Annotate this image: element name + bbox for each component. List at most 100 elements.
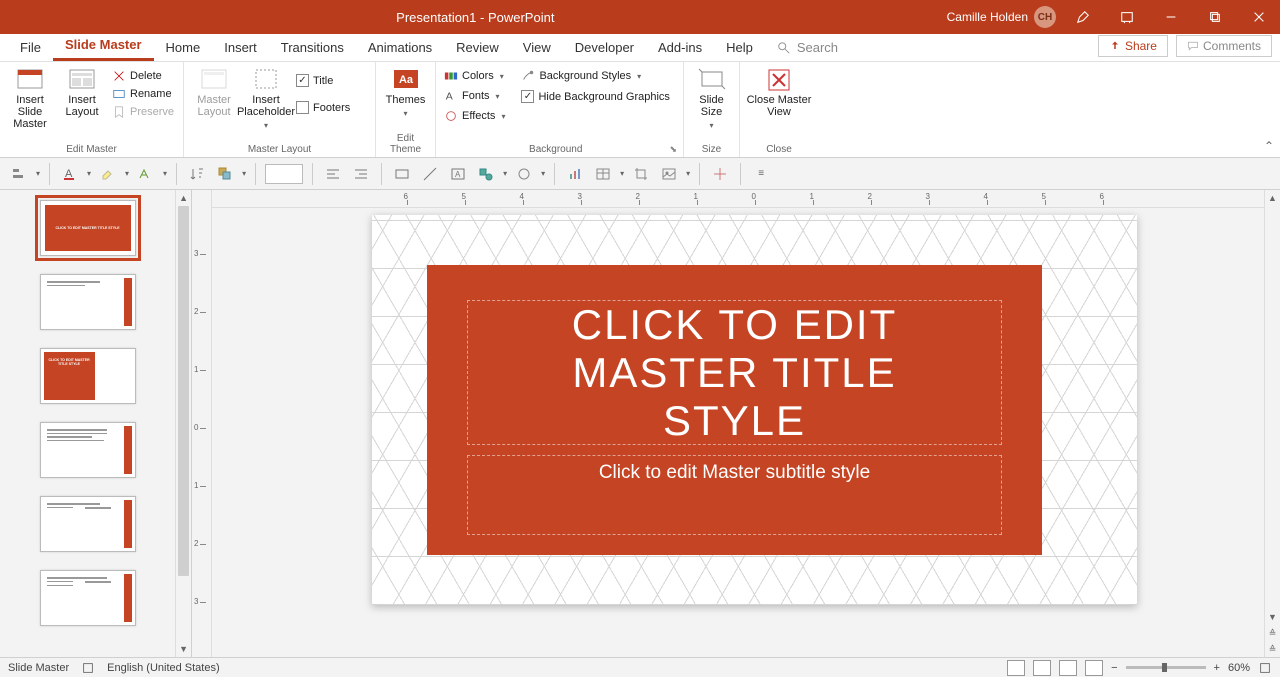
status-language[interactable]: English (United States) — [107, 662, 220, 674]
align-right-icon[interactable] — [350, 163, 372, 185]
sort-icon[interactable] — [186, 163, 208, 185]
tab-insert[interactable]: Insert — [212, 34, 269, 61]
tab-transitions[interactable]: Transitions — [269, 34, 356, 61]
thumbnail-layout-4[interactable] — [40, 496, 136, 552]
table-icon[interactable] — [592, 163, 614, 185]
normal-view-button[interactable] — [1007, 660, 1025, 676]
thumbnail-layout-5[interactable] — [40, 570, 136, 626]
tab-file[interactable]: File — [8, 34, 53, 61]
slide-thumbnails-pane: CLICK TO EDIT MASTER TITLE STYLE CLICK T… — [0, 190, 192, 657]
thumbnail-layout-3[interactable] — [40, 422, 136, 478]
slideshow-view-button[interactable] — [1085, 660, 1103, 676]
checkbox-icon — [296, 101, 309, 114]
fit-window-icon[interactable] — [1258, 661, 1272, 675]
svg-text:A: A — [455, 170, 461, 179]
thumbnail-layout-2[interactable]: CLICK TO EDIT MASTER TITLE STYLE — [40, 348, 136, 404]
circle-icon[interactable] — [513, 163, 535, 185]
share-icon — [1109, 40, 1121, 52]
font-color-icon[interactable]: A — [59, 163, 81, 185]
guides-icon[interactable] — [709, 163, 731, 185]
next-slide-icon[interactable]: ≙ — [1265, 641, 1280, 657]
share-button[interactable]: Share — [1098, 35, 1168, 57]
shape-line-icon[interactable] — [419, 163, 441, 185]
zoom-out-button[interactable]: − — [1111, 662, 1117, 674]
close-button[interactable] — [1242, 3, 1276, 31]
delete-button[interactable]: Delete — [110, 68, 176, 84]
master-title-placeholder[interactable]: CLICK TO EDIT MASTER TITLE STYLE — [467, 300, 1002, 445]
group-label-edit-theme: Edit Theme — [382, 131, 429, 155]
accessibility-icon[interactable] — [81, 661, 95, 675]
title-bar: Presentation1 - PowerPoint Camille Holde… — [0, 0, 1280, 34]
footers-checkbox[interactable]: Footers — [294, 99, 352, 116]
background-launcher[interactable]: ⬊ — [669, 144, 677, 155]
minimize-button[interactable] — [1154, 3, 1188, 31]
crop-icon[interactable] — [630, 163, 652, 185]
tab-addins[interactable]: Add-ins — [646, 34, 714, 61]
more-icon[interactable]: ≡ — [750, 163, 772, 185]
hide-bg-checkbox[interactable]: Hide Background Graphics — [519, 88, 671, 105]
tab-developer[interactable]: Developer — [563, 34, 646, 61]
scrollbar-thumb[interactable] — [178, 206, 189, 576]
master-subtitle-placeholder[interactable]: Click to edit Master subtitle style — [467, 455, 1002, 535]
status-mode: Slide Master — [8, 662, 69, 674]
scroll-down-icon[interactable]: ▼ — [176, 641, 191, 657]
tab-animations[interactable]: Animations — [356, 34, 444, 61]
colors-button[interactable]: Colors▾ — [442, 68, 507, 84]
sorter-view-button[interactable] — [1033, 660, 1051, 676]
collapse-ribbon-button[interactable]: ⌃ — [1264, 139, 1274, 153]
group-label-size: Size — [690, 142, 733, 155]
picture-icon[interactable] — [658, 163, 680, 185]
tab-view[interactable]: View — [511, 34, 563, 61]
text-effects-icon[interactable] — [135, 163, 157, 185]
editor-scrollbar[interactable]: ▲ ▼ ≙ ≙ — [1264, 190, 1280, 657]
tab-review[interactable]: Review — [444, 34, 511, 61]
tab-slide-master[interactable]: Slide Master — [53, 31, 154, 61]
insert-slide-master-button[interactable]: Insert Slide Master — [6, 66, 54, 130]
search-icon — [777, 41, 791, 55]
scroll-down-icon[interactable]: ▼ — [1265, 609, 1280, 625]
group-label-master-layout: Master Layout — [190, 142, 369, 155]
thumbnail-master[interactable]: CLICK TO EDIT MASTER TITLE STYLE — [40, 200, 136, 256]
tab-help[interactable]: Help — [714, 34, 765, 61]
zoom-in-button[interactable]: + — [1214, 662, 1220, 674]
slide-size-button[interactable]: Slide Size ▾ — [690, 66, 733, 132]
arrange-icon[interactable] — [214, 163, 236, 185]
insert-placeholder-button[interactable]: Insert Placeholder ▾ — [242, 66, 290, 132]
close-master-view-button[interactable]: Close Master View — [746, 66, 812, 118]
rename-button[interactable]: Rename — [110, 86, 176, 102]
search-placeholder: Search — [797, 40, 838, 55]
scroll-up-icon[interactable]: ▲ — [1265, 190, 1280, 206]
thumbnail-layout-1[interactable] — [40, 274, 136, 330]
slide-canvas[interactable]: CLICK TO EDIT MASTER TITLE STYLE Click t… — [372, 215, 1137, 605]
themes-button[interactable]: Aa Themes ▾ — [382, 66, 429, 120]
chart-icon[interactable] — [564, 163, 586, 185]
pen-icon[interactable] — [1066, 3, 1100, 31]
prev-slide-icon[interactable]: ≙ — [1265, 625, 1280, 641]
maximize-button[interactable] — [1198, 3, 1232, 31]
ribbon-display-icon[interactable] — [1110, 3, 1144, 31]
align-left-icon[interactable] — [322, 163, 344, 185]
zoom-level[interactable]: 60% — [1228, 662, 1250, 674]
zoom-slider[interactable] — [1126, 666, 1206, 669]
comments-button[interactable]: Comments — [1176, 35, 1272, 57]
highlight-icon[interactable] — [97, 163, 119, 185]
zoom-handle[interactable] — [1162, 663, 1167, 672]
thumbnails-scrollbar[interactable]: ▲ ▼ — [175, 190, 191, 657]
shape-rect-icon[interactable] — [391, 163, 413, 185]
align-objects-icon[interactable] — [8, 163, 30, 185]
user-account[interactable]: Camille Holden CH — [947, 6, 1056, 28]
shapes-dropdown-icon[interactable] — [475, 163, 497, 185]
insert-layout-button[interactable]: Insert Layout — [58, 66, 106, 118]
title-checkbox[interactable]: Title — [294, 72, 352, 89]
fonts-button[interactable]: AFonts▾ — [442, 88, 507, 104]
effects-button[interactable]: Effects▾ — [442, 108, 507, 124]
effects-icon — [444, 109, 458, 123]
reading-view-button[interactable] — [1059, 660, 1077, 676]
shape-style-select[interactable] — [265, 164, 303, 184]
textbox-icon[interactable]: A — [447, 163, 469, 185]
scroll-up-icon[interactable]: ▲ — [176, 190, 191, 206]
quick-format-bar: ▾ A ▾ ▾ ▾ ▾ A ▾ ▾ ▾ ▾ ≡ — [0, 158, 1280, 190]
background-styles-button[interactable]: Background Styles▾ — [519, 68, 671, 84]
tab-home[interactable]: Home — [154, 34, 213, 61]
tell-me-search[interactable]: Search — [765, 34, 850, 61]
